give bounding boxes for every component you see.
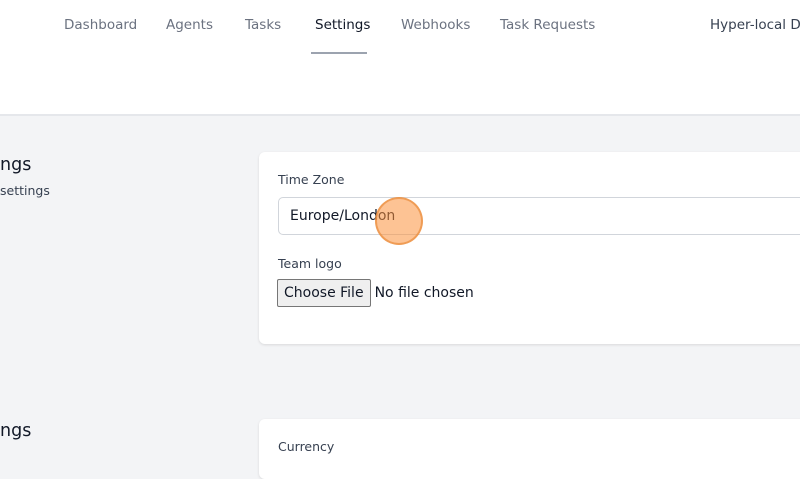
file-status-text: No file chosen <box>374 285 474 301</box>
general-settings-card: Time Zone Europe/London Team logo Choose… <box>259 152 800 344</box>
nav-settings[interactable]: Settings <box>315 17 370 33</box>
active-tab-indicator <box>311 52 367 54</box>
nav-task-requests[interactable]: Task Requests <box>500 17 595 33</box>
nav-dashboard[interactable]: Dashboard <box>64 17 137 33</box>
team-name-menu[interactable]: Hyper-local Del <box>710 17 800 33</box>
team-logo-label: Team logo <box>278 256 342 271</box>
second-settings-card: Currency <box>259 419 800 479</box>
timezone-label: Time Zone <box>278 172 345 187</box>
team-logo-file-input[interactable]: Choose File No file chosen <box>277 279 474 307</box>
section-title-second-settings: ngs <box>0 421 32 441</box>
top-navigation: Dashboard Agents Tasks Settings Webhooks… <box>0 0 800 116</box>
section-subtitle-general-settings: settings <box>0 183 50 198</box>
nav-agents[interactable]: Agents <box>166 17 213 33</box>
timezone-input[interactable]: Europe/London <box>278 197 800 235</box>
choose-file-button[interactable]: Choose File <box>277 279 371 307</box>
nav-tasks[interactable]: Tasks <box>245 17 281 33</box>
nav-webhooks[interactable]: Webhooks <box>401 17 470 33</box>
section-title-general-settings: ngs <box>0 155 32 175</box>
